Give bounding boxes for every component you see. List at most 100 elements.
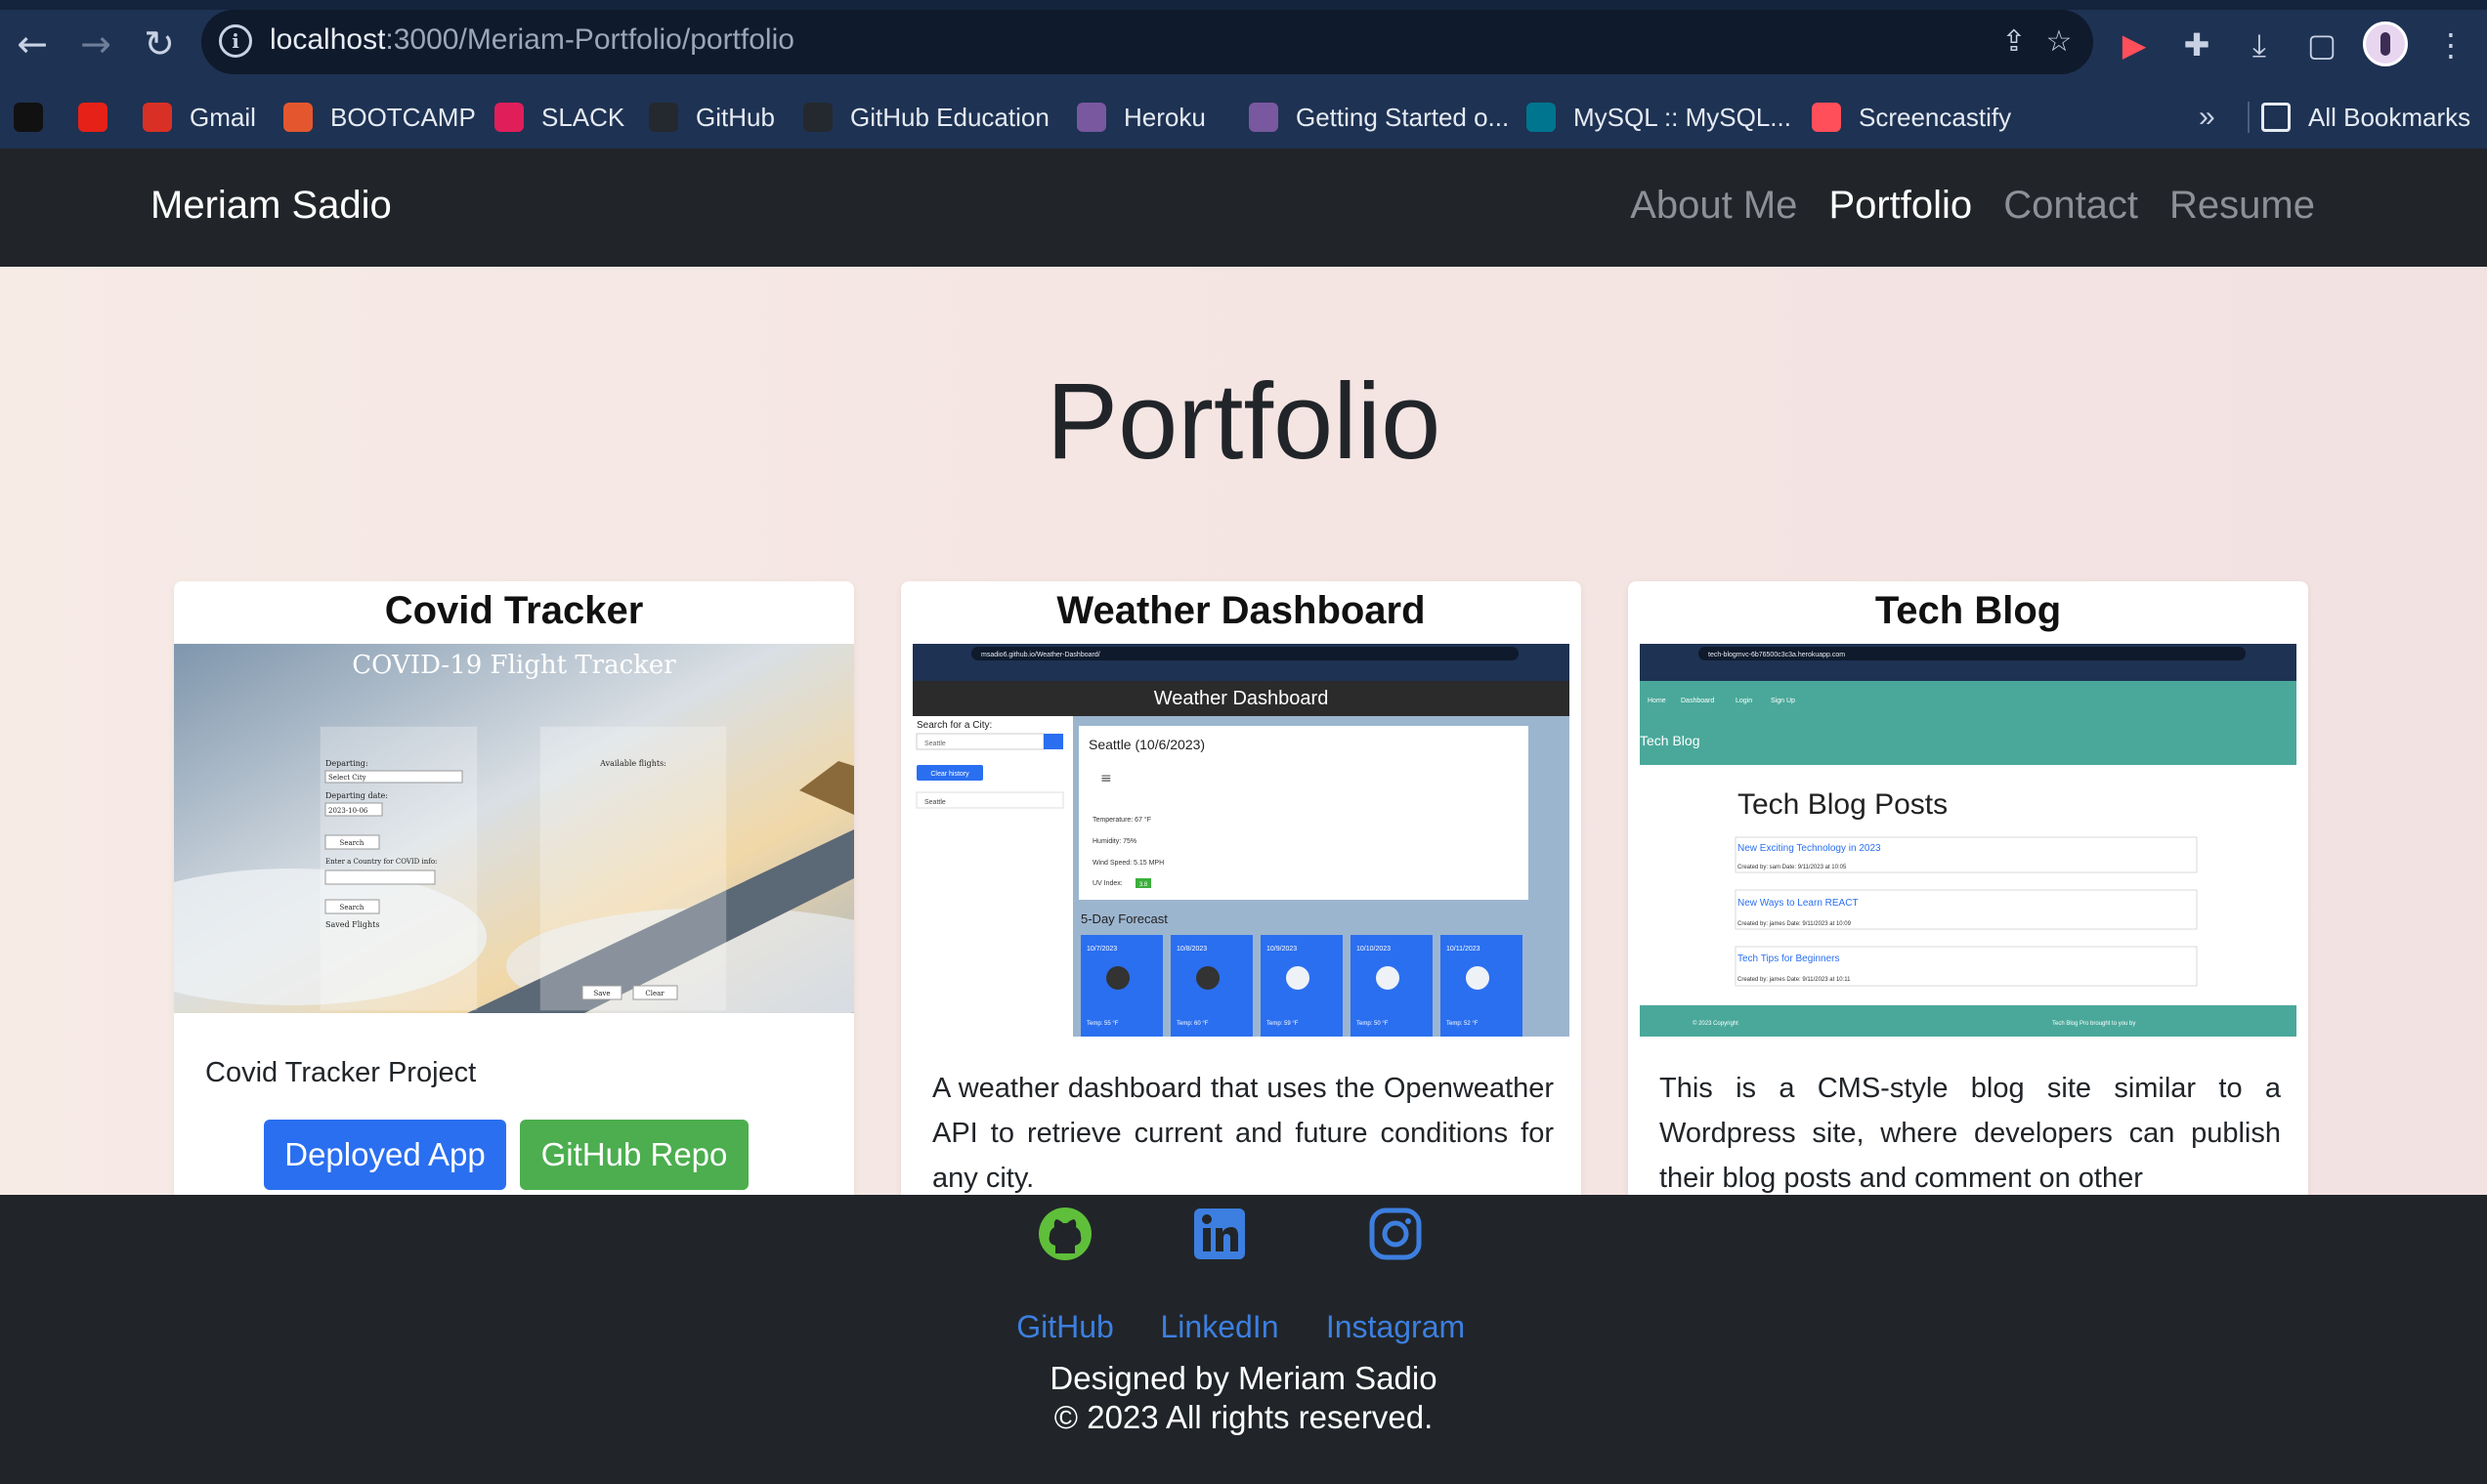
forecast-card: 10/10/2023 Temp: 50 °F xyxy=(1351,935,1433,1037)
svg-text:Departing date:: Departing date: xyxy=(325,791,388,800)
address-bar[interactable]: i localhost:3000/Meriam-Portfolio/portfo… xyxy=(201,10,2093,74)
svg-text:≡: ≡ xyxy=(1100,771,1112,786)
copyright-text: © 2023 All rights reserved. xyxy=(1053,1399,1434,1435)
thumb-heading: COVID-19 Flight Tracker xyxy=(352,651,676,680)
browser-toolbar: ← → ↻ i localhost:3000/Meriam-Portfolio/… xyxy=(0,10,2487,78)
svg-text:Sign Up: Sign Up xyxy=(1771,698,1795,704)
bookmarks-divider xyxy=(2248,102,2250,133)
screencastify-extension-icon[interactable]: ▶ xyxy=(2113,23,2156,66)
svg-text:Seattle: Seattle xyxy=(924,799,946,806)
bookmark-item[interactable]: Screencastify xyxy=(1812,96,2011,139)
deployed-app-button[interactable]: Deployed App xyxy=(264,1120,506,1190)
site-footer: GitHub LinkedIn Instagram Designed by Me… xyxy=(0,1195,2487,1484)
svg-text:Tech Tips for Beginners: Tech Tips for Beginners xyxy=(1737,954,1840,964)
project-screenshot[interactable]: tech-blogmvc-6b76500c3c3a.herokuapp.com … xyxy=(1640,644,2296,1037)
svg-text:Available flights:: Available flights: xyxy=(599,759,666,768)
bookmark-favicon-icon xyxy=(494,103,524,132)
svg-text:Departing:: Departing: xyxy=(325,759,368,768)
instagram-label[interactable]: Instagram xyxy=(1317,1309,1474,1345)
site-info-icon[interactable]: i xyxy=(219,24,252,58)
svg-text:Clear: Clear xyxy=(645,990,665,997)
svg-text:Login: Login xyxy=(1736,698,1752,704)
url-text[interactable]: localhost:3000/Meriam-Portfolio/portfoli… xyxy=(270,23,794,57)
nav-about-me[interactable]: About Me xyxy=(1630,184,1797,228)
svg-text:10/11/2023: 10/11/2023 xyxy=(1446,946,1480,953)
download-icon[interactable]: ⤓ xyxy=(2238,23,2281,66)
bookmark-label: Screencastify xyxy=(1859,102,2012,132)
svg-text:Temp: 52 °F: Temp: 52 °F xyxy=(1446,1021,1479,1027)
svg-text:Select City: Select City xyxy=(328,774,366,782)
folder-icon xyxy=(2261,103,2291,132)
project-card-tech-blog: Tech Blog tech-blogmvc-6b76500c3c3a.hero… xyxy=(1628,581,2308,1195)
forecast-card: 10/11/2023 Temp: 52 °F xyxy=(1440,935,1522,1037)
reload-icon[interactable]: ↻ xyxy=(137,21,182,66)
svg-text:Tech Blog Posts: Tech Blog Posts xyxy=(1737,788,1948,821)
share-icon[interactable]: ⇪ xyxy=(1994,21,2035,63)
svg-text:Save: Save xyxy=(593,990,610,997)
bookmark-star-icon[interactable]: ☆ xyxy=(2038,21,2080,63)
bookmark-label: GitHub xyxy=(696,102,775,132)
browser-chrome: ← → ↻ i localhost:3000/Meriam-Portfolio/… xyxy=(0,0,2487,148)
footer-link-linkedin[interactable]: LinkedIn xyxy=(1141,1205,1298,1345)
weather-dashboard-screenshot: msadio6.github.io/Weather-Dashboard/ Wea… xyxy=(913,644,1569,1037)
bookmark-item[interactable] xyxy=(78,96,107,139)
project-description: Covid Tracker Project xyxy=(205,1057,477,1088)
bookmark-item[interactable]: Gmail xyxy=(143,96,256,139)
project-description: A weather dashboard that uses the Openwe… xyxy=(932,1073,1554,1194)
project-title: Weather Dashboard xyxy=(1056,589,1426,632)
back-icon[interactable]: ← xyxy=(10,21,55,66)
site-brand[interactable]: Meriam Sadio xyxy=(150,184,392,228)
svg-text:Dashboard: Dashboard xyxy=(1681,698,1714,704)
bookmark-label: BOOTCAMP xyxy=(330,102,476,132)
forward-icon[interactable]: → xyxy=(73,21,118,66)
svg-text:tech-blogmvc-6b76500c3c3a.hero: tech-blogmvc-6b76500c3c3a.herokuapp.com xyxy=(1708,652,1845,658)
svg-text:Temperature: 67 °F: Temperature: 67 °F xyxy=(1093,816,1151,824)
profile-avatar[interactable] xyxy=(2363,21,2408,66)
footer-link-instagram[interactable]: Instagram xyxy=(1317,1205,1474,1345)
svg-text:10/9/2023: 10/9/2023 xyxy=(1266,946,1297,953)
bookmark-item[interactable]: Getting Started o... xyxy=(1249,96,1509,139)
bookmark-item[interactable]: SLACK xyxy=(494,96,624,139)
svg-text:Tech Blog Pro brought to you b: Tech Blog Pro brought to you by xyxy=(2052,1021,2135,1027)
svg-text:Seattle: Seattle xyxy=(924,741,946,747)
nav-portfolio[interactable]: Portfolio xyxy=(1828,184,1972,228)
github-label[interactable]: GitHub xyxy=(987,1309,1143,1345)
bookmark-favicon-icon xyxy=(14,103,43,132)
designed-by-text: Designed by Meriam Sadio xyxy=(1050,1360,1437,1396)
svg-text:Tech Blog: Tech Blog xyxy=(1640,733,1699,748)
svg-text:Search for a City:: Search for a City: xyxy=(917,720,992,731)
svg-text:New Ways to Learn REACT: New Ways to Learn REACT xyxy=(1737,898,1859,909)
bookmark-item[interactable]: GitHub Education xyxy=(803,96,1050,139)
covid-tracker-screenshot: COVID-19 Flight Tracker Departing: Selec… xyxy=(174,644,854,1013)
svg-text:Temp: 60 °F: Temp: 60 °F xyxy=(1177,1021,1209,1027)
forecast-card: 10/8/2023 Temp: 60 °F xyxy=(1171,935,1253,1037)
svg-text:Created by: james Date: 9/11/2: Created by: james Date: 9/11/2023 at 10:… xyxy=(1737,921,1852,927)
all-bookmarks[interactable]: All Bookmarks xyxy=(2261,96,2470,139)
nav-resume[interactable]: Resume xyxy=(2169,184,2315,228)
extensions-icon[interactable]: ✚ xyxy=(2175,23,2218,66)
bookmark-item[interactable] xyxy=(14,96,43,139)
footer-link-github[interactable]: GitHub xyxy=(987,1205,1143,1345)
bookmark-item[interactable]: BOOTCAMP xyxy=(283,96,476,139)
bookmark-label: GitHub Education xyxy=(850,102,1050,132)
linkedin-label[interactable]: LinkedIn xyxy=(1141,1309,1298,1345)
bookmark-item[interactable]: GitHub xyxy=(649,96,775,139)
forecast-card: 10/7/2023 Temp: 55 °F xyxy=(1081,935,1163,1037)
bookmark-item[interactable]: Heroku xyxy=(1077,96,1206,139)
github-repo-button[interactable]: GitHub Repo xyxy=(520,1120,749,1190)
project-title: Tech Blog xyxy=(1874,589,2062,632)
project-screenshot[interactable]: msadio6.github.io/Weather-Dashboard/ Wea… xyxy=(913,644,1569,1037)
svg-text:Temp: 50 °F: Temp: 50 °F xyxy=(1356,1021,1389,1027)
svg-text:Wind Speed: 5.15 MPH: Wind Speed: 5.15 MPH xyxy=(1093,860,1164,867)
svg-text:© 2023 Copyright: © 2023 Copyright xyxy=(1693,1020,1738,1027)
bookmarks-overflow-chevron[interactable]: » xyxy=(2199,96,2215,139)
portfolio-main: Portfolio Covid Tracker COVID-19 Flight … xyxy=(0,267,2487,1195)
nav-contact[interactable]: Contact xyxy=(2003,184,2138,228)
bookmark-item[interactable]: MySQL :: MySQL... xyxy=(1526,96,1791,139)
project-screenshot[interactable]: COVID-19 Flight Tracker Departing: Selec… xyxy=(174,644,854,1013)
bookmark-label: Heroku xyxy=(1124,102,1206,132)
side-panel-icon[interactable]: ▢ xyxy=(2300,23,2343,66)
menu-kebab-icon[interactable]: ⋮ xyxy=(2429,23,2472,66)
svg-text:5-Day Forecast: 5-Day Forecast xyxy=(1081,912,1168,926)
cloud-icon xyxy=(1376,966,1399,990)
